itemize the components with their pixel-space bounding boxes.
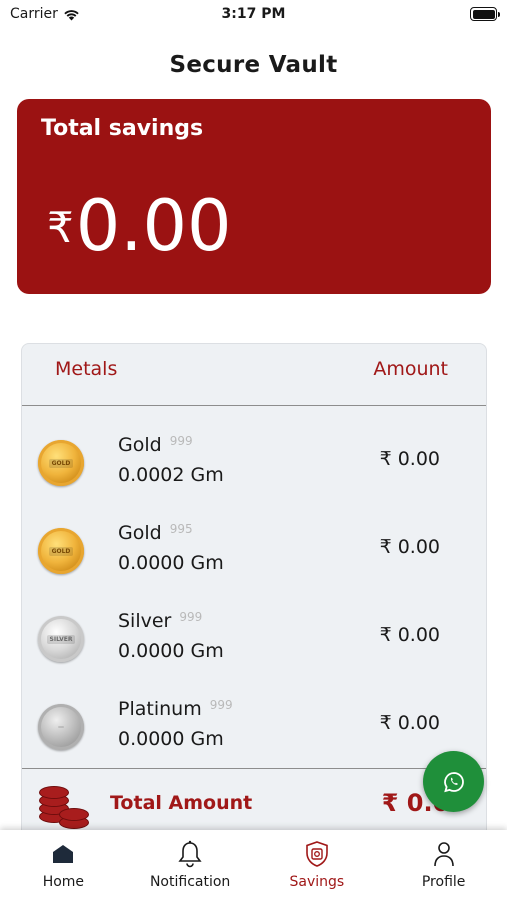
metal-amount: ₹ 0.00 (379, 624, 440, 646)
secure-vault-screen: Carrier 3:17 PM Secure Vault Total savin… (0, 0, 507, 900)
coin-label: GOLD (48, 458, 74, 468)
metal-amount: ₹ 0.00 (379, 712, 440, 734)
metal-name: Platinum 999 (118, 698, 233, 720)
rupee-symbol: ₹ (47, 203, 74, 252)
bottom-navigation: Home Notification Savings Profile (0, 830, 507, 900)
nav-savings[interactable]: Savings (254, 830, 381, 900)
coin-stack-icon (38, 781, 90, 831)
nav-notification-label: Notification (149, 874, 231, 890)
nav-home[interactable]: Home (0, 830, 127, 900)
amount-column-header: Amount (373, 358, 448, 380)
metal-quantity: 0.0000 Gm (118, 728, 224, 750)
whatsapp-icon (443, 771, 464, 792)
metal-quantity: 0.0000 Gm (118, 640, 224, 662)
nav-profile-label: Profile (421, 874, 466, 890)
total-savings-value: 0.00 (75, 185, 232, 267)
metal-row-gold-995[interactable]: GOLD Gold 995 0.0000 Gm ₹ 0.00 (22, 506, 486, 594)
nav-savings-label: Savings (289, 874, 345, 890)
metal-row-platinum-999[interactable]: Platinum 999 0.0000 Gm ₹ 0.00 (22, 682, 486, 770)
nav-profile[interactable]: Profile (380, 830, 507, 900)
metal-quantity: 0.0002 Gm (118, 464, 224, 486)
coin-label: GOLD (48, 546, 74, 556)
platinum-coin-icon (38, 704, 84, 750)
metal-name-text: Platinum (118, 698, 202, 720)
metal-name: Silver 999 (118, 610, 202, 632)
metal-row-gold-999[interactable]: GOLD Gold 999 0.0002 Gm ₹ 0.00 (22, 418, 486, 506)
coin-label: SILVER (46, 634, 76, 644)
metals-table: Metals Amount GOLD Gold 999 0.0002 Gm ₹ 0… (21, 343, 487, 843)
status-time: 3:17 PM (221, 6, 286, 22)
home-icon (49, 840, 77, 868)
status-bar: Carrier 3:17 PM (0, 0, 507, 30)
whatsapp-button[interactable] (423, 751, 484, 812)
page-title: Secure Vault (169, 52, 338, 78)
nav-home-label: Home (42, 874, 85, 890)
nav-notification[interactable]: Notification (127, 830, 254, 900)
table-header: Metals Amount (22, 344, 486, 406)
metal-name: Gold 995 (118, 522, 193, 544)
bell-icon (176, 840, 204, 868)
purity-label: 995 (169, 522, 193, 536)
metal-name-text: Gold (118, 434, 162, 456)
metal-quantity: 0.0000 Gm (118, 552, 224, 574)
metal-row-silver-999[interactable]: SILVER Silver 999 0.0000 Gm ₹ 0.00 (22, 594, 486, 682)
metals-column-header: Metals (55, 358, 118, 380)
vault-shield-icon (303, 840, 331, 868)
person-icon (430, 840, 458, 868)
total-savings-label: Total savings (41, 116, 204, 141)
total-savings-amount: ₹ 0.00 (47, 181, 232, 271)
metal-amount: ₹ 0.00 (379, 448, 440, 470)
purity-label: 999 (169, 434, 193, 448)
metal-name-text: Silver (118, 610, 172, 632)
purity-label: 999 (209, 698, 233, 712)
metal-name: Gold 999 (118, 434, 193, 456)
battery-icon (470, 7, 500, 21)
metal-name-text: Gold (118, 522, 162, 544)
gold-coin-icon: GOLD (38, 440, 84, 486)
metal-amount: ₹ 0.00 (379, 536, 440, 558)
gold-coin-icon: GOLD (38, 528, 84, 574)
purity-label: 999 (179, 610, 203, 624)
coin-label (58, 726, 64, 728)
silver-coin-icon: SILVER (38, 616, 84, 662)
total-amount-label: Total Amount (110, 792, 253, 814)
total-savings-card: Total savings ₹ 0.00 (17, 99, 491, 294)
